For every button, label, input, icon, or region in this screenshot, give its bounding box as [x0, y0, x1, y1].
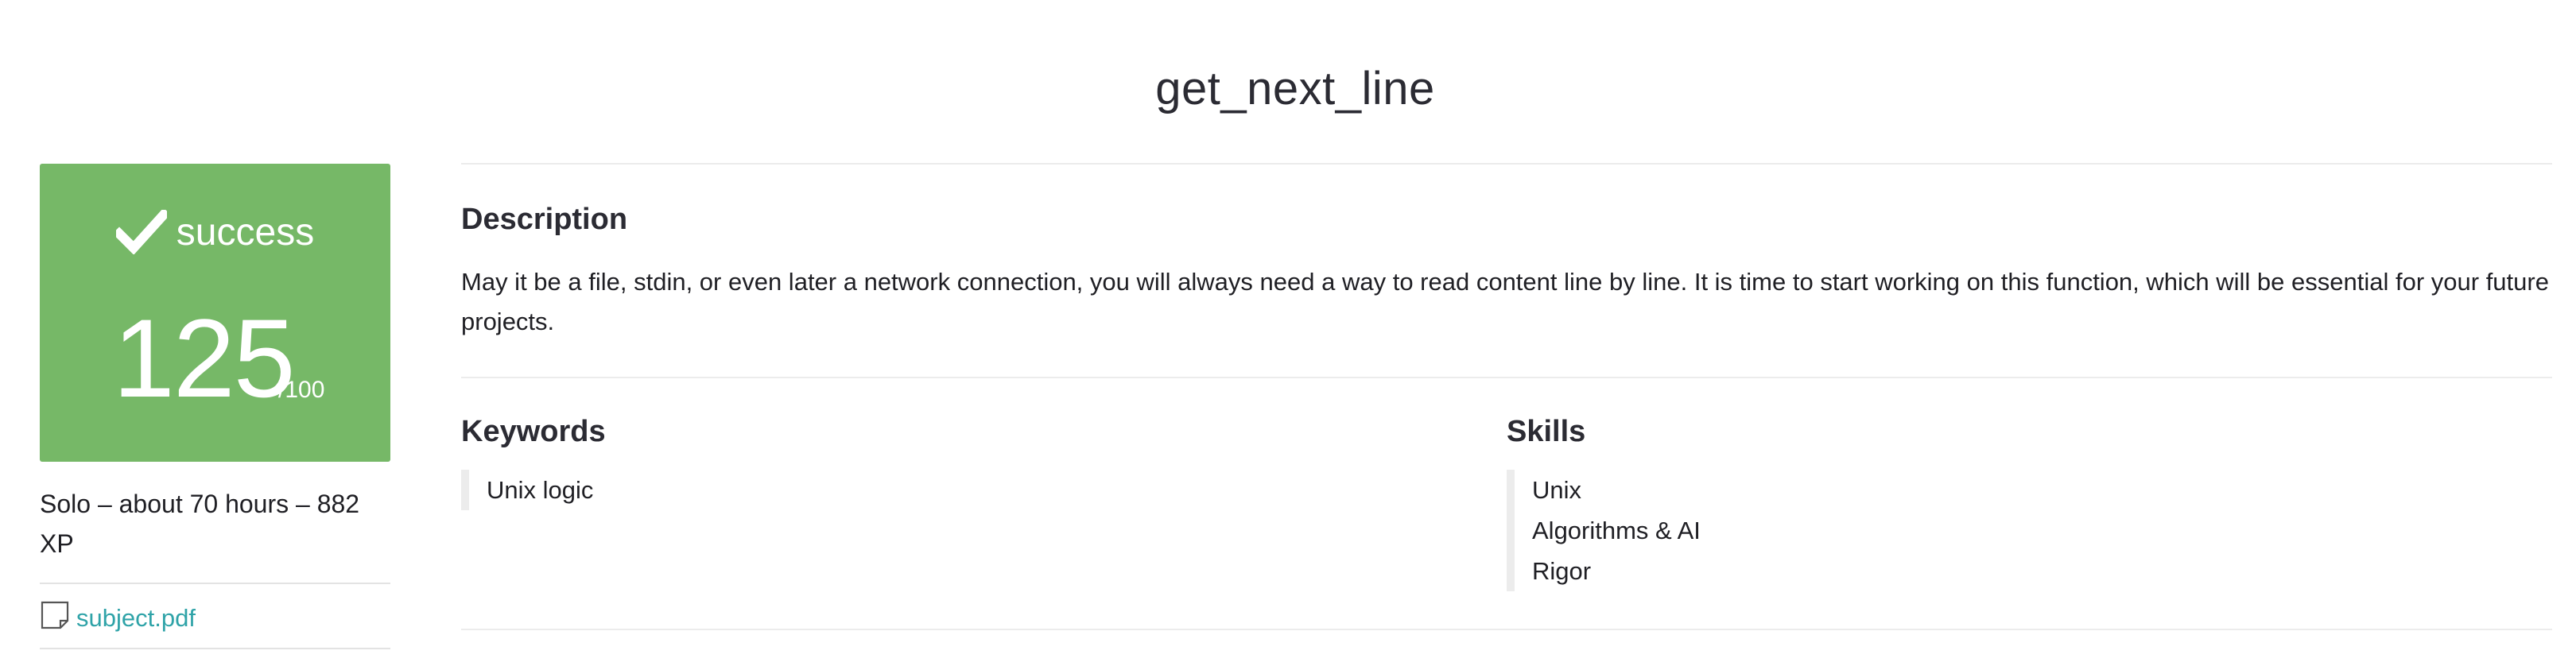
- description-text: May it be a file, stdin, or even later a…: [461, 268, 2549, 335]
- skill-item: Unix: [1532, 476, 1582, 504]
- divider: [40, 648, 390, 649]
- project-summary: Solo – about 70 hours – 882 XP: [40, 490, 360, 558]
- subject-pdf-link[interactable]: subject.pdf: [76, 604, 196, 633]
- check-icon: [115, 210, 167, 254]
- grade-status-label: success: [176, 211, 315, 254]
- divider: [461, 629, 2552, 630]
- keywords-section: Keywords Unix logic: [461, 415, 1507, 591]
- grade-score: 125: [113, 296, 296, 420]
- attachment[interactable]: subject.pdf: [40, 584, 390, 652]
- keywords-list: Unix logic: [461, 470, 1507, 510]
- description-section: Description May it be a file, stdin, or …: [461, 165, 2552, 342]
- page-title: get_next_line: [1155, 63, 1435, 114]
- project-page: get_next_line success 125 /100 Solo – ab…: [0, 0, 2576, 666]
- project-sidebar: success 125 /100 Solo – about 70 hours –…: [40, 164, 390, 649]
- keywords-heading: Keywords: [461, 415, 606, 448]
- skills-list: Unix Algorithms & AI Rigor: [1507, 470, 2552, 591]
- grade-card: success 125 /100: [40, 164, 390, 462]
- keywords-skills-row: Keywords Unix logic Skills Unix Algorith…: [461, 378, 2552, 591]
- project-main: Description May it be a file, stdin, or …: [461, 163, 2552, 591]
- skill-item: Rigor: [1532, 557, 1592, 585]
- keyword-item: Unix logic: [487, 476, 594, 504]
- grade-status: success: [40, 210, 390, 254]
- skill-item: Algorithms & AI: [1532, 517, 1701, 544]
- grade-max: /100: [278, 377, 325, 403]
- skills-heading: Skills: [1507, 415, 1586, 448]
- skills-section: Skills Unix Algorithms & AI Rigor: [1507, 415, 2552, 591]
- document-icon: [40, 600, 70, 637]
- description-heading: Description: [461, 203, 628, 236]
